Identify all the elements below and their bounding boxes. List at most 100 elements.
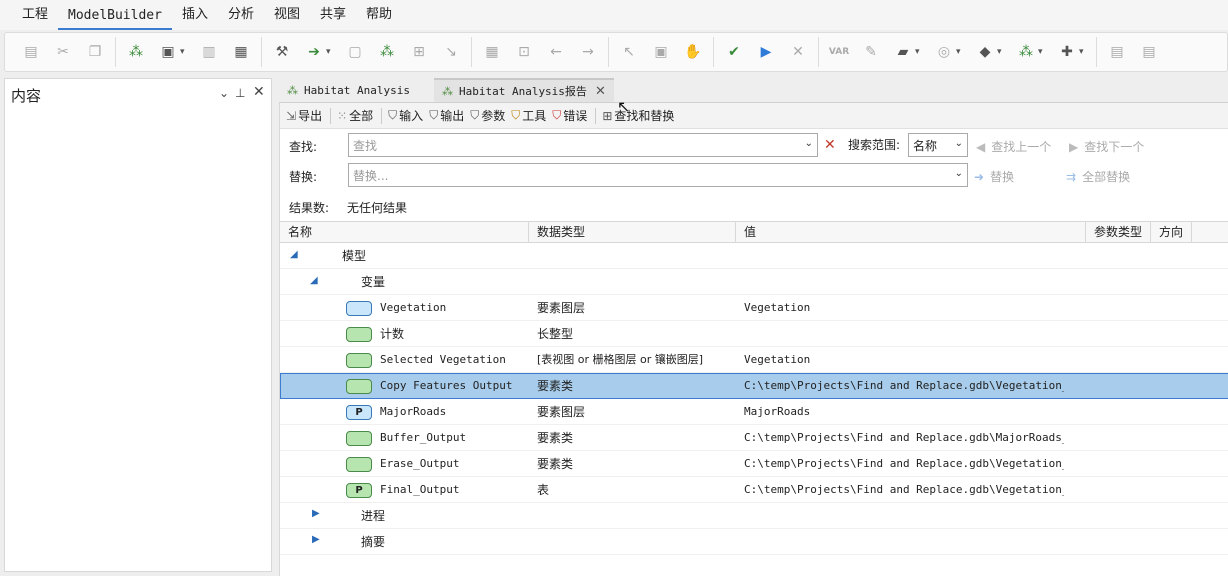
triangle-left-icon: ◀ bbox=[976, 139, 986, 154]
expand-icon[interactable]: ▶ bbox=[312, 529, 320, 555]
toolbox-dropdown-icon[interactable]: ▾ bbox=[915, 47, 925, 57]
menu-modelbuilder[interactable]: ModelBuilder bbox=[58, 2, 172, 30]
close-icon[interactable]: ✕ bbox=[253, 84, 265, 100]
table-row[interactable]: Buffer_Output 要素类 C:\temp\Projects\Find … bbox=[280, 425, 1228, 451]
properties-icon[interactable]: ▦ bbox=[230, 41, 252, 63]
close-icon[interactable]: ✕ bbox=[595, 84, 606, 99]
column-header-direction[interactable]: 方向 bbox=[1151, 222, 1192, 243]
row-name: 计数 bbox=[380, 327, 405, 341]
add-data-dropdown-icon[interactable]: ▾ bbox=[1079, 47, 1089, 57]
tree-row-process[interactable]: ▶ 进程 bbox=[280, 503, 1228, 529]
ribbon-launcher-icon[interactable]: ↘ bbox=[440, 41, 462, 63]
iterator-icon[interactable]: ➔ bbox=[303, 41, 325, 63]
iterator-dropdown-icon[interactable]: ▾ bbox=[326, 47, 336, 57]
pan-icon[interactable]: ✋ bbox=[682, 41, 704, 63]
variable-icon[interactable]: VAR bbox=[828, 41, 850, 63]
save-dropdown-icon[interactable]: ▾ bbox=[180, 47, 190, 57]
column-header-datatype[interactable]: 数据类型 bbox=[529, 222, 736, 243]
collapse-icon[interactable]: ◢ bbox=[310, 269, 318, 295]
column-header-parameter-type[interactable]: 参数类型 bbox=[1086, 222, 1151, 243]
filter-icon: ⛉ bbox=[511, 108, 521, 122]
menu-view[interactable]: 视图 bbox=[264, 0, 310, 30]
replace-all-button[interactable]: ⇉ 全部替换 bbox=[1066, 168, 1130, 185]
find-previous-button[interactable]: ◀ 查找上一个 bbox=[976, 138, 1051, 155]
all-button[interactable]: ⁙ 全部 bbox=[337, 107, 373, 124]
logical-icon[interactable]: ⁂ bbox=[376, 41, 398, 63]
chevron-down-icon[interactable]: ⌄ bbox=[805, 138, 813, 149]
clear-icon[interactable]: ✕ bbox=[824, 137, 836, 153]
group-icon[interactable]: ⊞ bbox=[408, 41, 430, 63]
find-replace-button[interactable]: ⊞ 查找和替换 bbox=[602, 107, 674, 124]
utilities-icon[interactable]: ▢ bbox=[344, 41, 366, 63]
input-filter-button[interactable]: ⛉ 输入 bbox=[388, 107, 423, 124]
select-icon[interactable]: ↖ bbox=[618, 41, 640, 63]
menu-help[interactable]: 帮助 bbox=[356, 0, 402, 30]
model-dropdown-icon[interactable]: ▾ bbox=[1038, 47, 1048, 57]
report-icon[interactable]: ▤ bbox=[1106, 41, 1128, 63]
export-button[interactable]: ⇲ 导出 bbox=[286, 107, 322, 124]
parameter-filter-button[interactable]: ⛉ 参数 bbox=[470, 107, 505, 124]
menu-insert[interactable]: 插入 bbox=[172, 0, 218, 30]
tab-habitat-analysis-report[interactable]: ⁂ Habitat Analysis报告 ✕ bbox=[433, 78, 614, 102]
select-all-icon[interactable]: ▣ bbox=[650, 41, 672, 63]
table-row[interactable]: Erase_Output 要素类 C:\temp\Projects\Find a… bbox=[280, 451, 1228, 477]
cut-icon[interactable]: ✂ bbox=[52, 41, 74, 63]
idea-icon[interactable]: ◎ bbox=[933, 41, 955, 63]
previous-extent-icon[interactable]: ← bbox=[545, 41, 567, 63]
table-row[interactable]: Vegetation 要素图层 Vegetation bbox=[280, 295, 1228, 321]
tab-habitat-analysis[interactable]: ⁂ Habitat Analysis bbox=[279, 78, 418, 102]
copy-icon[interactable]: ❐ bbox=[84, 41, 106, 63]
validate-icon[interactable]: ✔ bbox=[723, 41, 745, 63]
table-row[interactable]: Selected Vegetation [表视图 or 栅格图层 or 镶嵌图层… bbox=[280, 347, 1228, 373]
stop-icon[interactable]: ✕ bbox=[787, 41, 809, 63]
tab-label: Habitat Analysis bbox=[304, 83, 410, 97]
run-icon[interactable]: ▶ bbox=[755, 41, 777, 63]
layer-dropdown-icon[interactable]: ▾ bbox=[997, 47, 1007, 57]
replace-input[interactable]: 替换... ⌄ bbox=[348, 163, 968, 187]
find-input[interactable]: 查找 ⌄ bbox=[348, 133, 818, 157]
toolbox-icon[interactable]: ▰ bbox=[892, 41, 914, 63]
table-row[interactable]: P MajorRoads 要素图层 MajorRoads bbox=[280, 399, 1228, 425]
collapse-icon[interactable]: ◢ bbox=[290, 243, 298, 269]
error-filter-button[interactable]: ⛉ 错误 bbox=[552, 107, 587, 124]
new-model-icon[interactable]: ⁂ bbox=[125, 41, 147, 63]
paste-icon[interactable]: ▤ bbox=[20, 41, 42, 63]
find-next-button[interactable]: ▶ 查找下一个 bbox=[1069, 138, 1144, 155]
search-scope-select[interactable]: 名称 ⌄ bbox=[908, 133, 968, 157]
chevron-down-icon[interactable]: ⌄ bbox=[219, 86, 229, 100]
model-icon[interactable]: ⁂ bbox=[1015, 41, 1037, 63]
menu-project[interactable]: 工程 bbox=[12, 0, 58, 30]
table-row-selected[interactable]: Copy Features Output 要素类 C:\temp\Project… bbox=[280, 373, 1228, 399]
pin-icon[interactable]: ⊥ bbox=[235, 86, 245, 100]
label-icon[interactable]: ✎ bbox=[860, 41, 882, 63]
save-icon[interactable]: ▣ bbox=[157, 41, 179, 63]
chevron-down-icon[interactable]: ⌄ bbox=[955, 138, 963, 149]
diagnostics-icon[interactable]: ▤ bbox=[1138, 41, 1160, 63]
column-header-value[interactable]: 值 bbox=[736, 222, 1086, 243]
report-panel: ⇲ 导出 ⁙ 全部 ⛉ 输入 ⛉ 输出 ⛉ 参数 ⛉ 工具 ⛉ 错误 ⊞ 查找和替换 查找: 查… bbox=[279, 102, 1228, 576]
next-extent-icon[interactable]: → bbox=[577, 41, 599, 63]
tree-row-model[interactable]: ◢ 模型 bbox=[280, 243, 1228, 269]
idea-dropdown-icon[interactable]: ▾ bbox=[956, 47, 966, 57]
output-filter-button[interactable]: ⛉ 输出 bbox=[429, 107, 464, 124]
menu-analysis[interactable]: 分析 bbox=[218, 0, 264, 30]
auto-layout-icon[interactable]: ⊡ bbox=[513, 41, 535, 63]
column-header-name[interactable]: 名称 bbox=[280, 222, 529, 243]
replace-button[interactable]: ➜ 替换 bbox=[974, 168, 1014, 185]
row-datatype: 要素类 bbox=[537, 431, 574, 445]
tools-icon[interactable]: ⚒ bbox=[271, 41, 293, 63]
replace-label: 替换: bbox=[289, 170, 318, 184]
menu-share[interactable]: 共享 bbox=[310, 0, 356, 30]
chevron-down-icon[interactable]: ⌄ bbox=[955, 168, 963, 179]
table-row[interactable]: 计数 长整型 bbox=[280, 321, 1228, 347]
layer-icon[interactable]: ◆ bbox=[974, 41, 996, 63]
tree-row-variables[interactable]: ◢ 变量 bbox=[280, 269, 1228, 295]
table-row[interactable]: P Final_Output 表 C:\temp\Projects\Find a… bbox=[280, 477, 1228, 503]
add-data-icon[interactable]: ✚ bbox=[1056, 41, 1078, 63]
tree-row-summary[interactable]: ▶ 摘要 bbox=[280, 529, 1228, 555]
tool-filter-button[interactable]: ⛉ 工具 bbox=[511, 107, 546, 124]
export-icon[interactable]: ▥ bbox=[198, 41, 220, 63]
replace-all-label: 全部替换 bbox=[1082, 170, 1131, 184]
expand-icon[interactable]: ▶ bbox=[312, 503, 320, 529]
fit-icon[interactable]: ▦ bbox=[481, 41, 503, 63]
